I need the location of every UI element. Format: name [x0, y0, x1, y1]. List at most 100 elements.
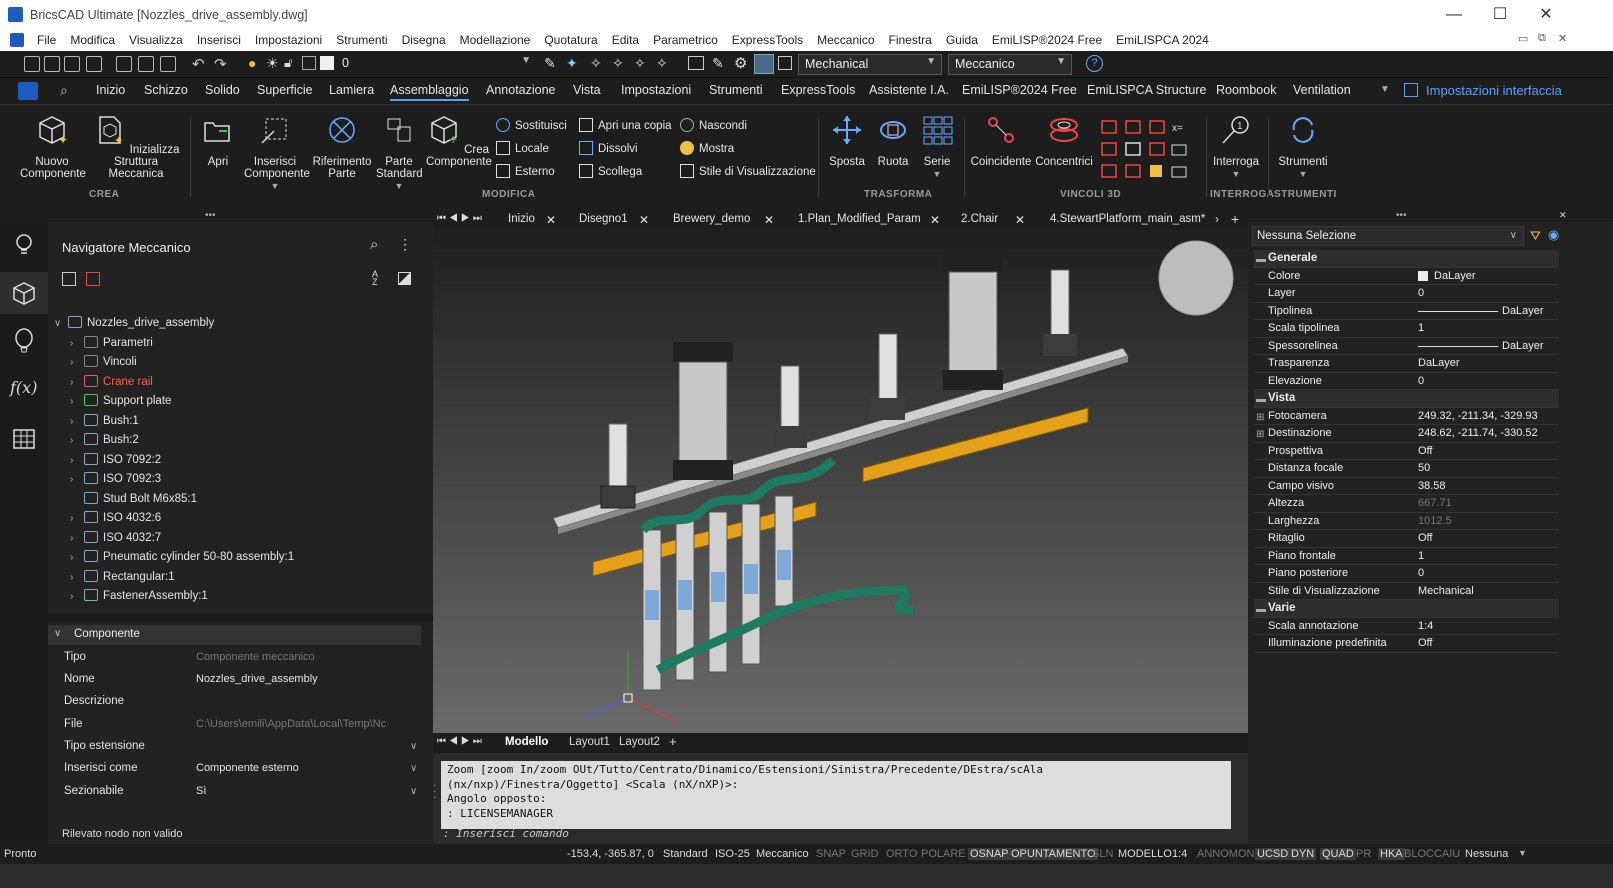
menu-item[interactable]: Visualizza [122, 33, 190, 47]
open-file-icon[interactable] [44, 56, 60, 72]
create-component-button[interactable]: + Crea Componente [426, 113, 492, 168]
expand-chevron-icon[interactable]: › [70, 338, 84, 349]
status-toggle[interactable]: Meccanico [756, 848, 809, 860]
property-row[interactable]: Altezza 667.71 [1254, 495, 1559, 513]
view-cube[interactable] [1158, 240, 1234, 316]
detach-button[interactable]: Scollega [579, 164, 642, 178]
menu-item[interactable]: EmiLISP®2024 Free [985, 33, 1109, 47]
tree-item[interactable]: › Rectangular:1 [70, 569, 175, 589]
menu-item[interactable]: Finestra [882, 33, 939, 47]
menu-item[interactable]: Meccanico [810, 33, 881, 47]
visual-style-button[interactable]: Stile di Visualizzazione [680, 164, 816, 178]
property-value[interactable]: 248.62, -211.74, -330.52 [1418, 427, 1538, 439]
property-value[interactable]: 50 [1418, 462, 1430, 474]
ribbon-tab[interactable]: Roombook [1216, 83, 1276, 97]
menu-item[interactable]: EmiLISPCA 2024 [1109, 33, 1216, 47]
dropdown-chevron-icon[interactable]: ∨ [410, 763, 417, 774]
property-value[interactable]: 0 [1418, 287, 1424, 299]
command-grip-icon[interactable]: · · · [433, 781, 436, 803]
help-icon[interactable]: ? [1086, 55, 1103, 72]
close-tab-icon[interactable]: ✕ [764, 213, 774, 227]
external-button[interactable]: Esterno [496, 164, 555, 178]
property-section[interactable]: Varie ▬ [1254, 600, 1559, 618]
property-value[interactable]: 1012.5 [1418, 515, 1452, 527]
property-value[interactable]: Off [1418, 445, 1432, 457]
property-value[interactable]: 0 [1418, 375, 1424, 387]
mechanical-browser-icon[interactable] [11, 280, 37, 306]
property-row[interactable]: Scala annotazione 1:4 [1254, 618, 1559, 635]
status-menu-chevron-icon[interactable]: ▼ [1518, 848, 1527, 858]
constraint-icon-grid[interactable]: x= [1100, 117, 1200, 187]
tool-icon-4[interactable]: ✧ [634, 55, 646, 72]
status-toggle[interactable]: ANNOMON [1197, 848, 1254, 860]
tree-item[interactable]: Stud Bolt M6x85:1 [70, 491, 197, 511]
ribbon-tab[interactable]: Annotazione [486, 83, 556, 97]
print-preview-icon[interactable] [116, 56, 132, 72]
insert-component-button[interactable]: Inserisci Componente ▼ [244, 113, 310, 192]
menu-item[interactable]: Edita [605, 33, 646, 47]
tool-icon-1[interactable]: ✦ [566, 55, 578, 72]
ribbon-tab[interactable]: Lamiera [329, 83, 374, 97]
show-button[interactable]: Mostra [680, 141, 734, 155]
expand-chevron-icon[interactable]: › [70, 416, 84, 427]
property-row[interactable]: Prospettiva Off [1254, 443, 1559, 460]
document-tab[interactable]: 4.StewartPlatform_main_asm* [1050, 213, 1205, 225]
tree-item[interactable]: › Bush:1 [70, 413, 139, 433]
coincident-button[interactable]: Coincidente [970, 113, 1032, 168]
expand-plus-icon[interactable]: ⊞ [1256, 429, 1264, 440]
status-toggle[interactable]: ISO-25 [715, 848, 750, 860]
toggle-view-icon[interactable] [398, 272, 411, 285]
tree-item[interactable]: › ISO 4032:7 [70, 530, 161, 550]
property-row[interactable]: Illuminazione predefinita Off [1254, 635, 1559, 653]
expand-chevron-icon[interactable]: › [70, 474, 84, 485]
tree-item[interactable]: › Vincoli [70, 355, 137, 374]
dropdown-chevron-icon[interactable]: ∨ [410, 741, 417, 752]
layout-tab-1[interactable]: Layout1 [569, 736, 610, 748]
status-toggle[interactable]: POLARE [921, 848, 966, 860]
property-section[interactable]: Vista ▬ [1254, 390, 1559, 408]
expand-chevron-icon[interactable]: › [70, 435, 84, 446]
close-tab-icon[interactable]: ✕ [930, 213, 940, 227]
property-row[interactable]: Piano posteriore 0 [1254, 565, 1559, 583]
tree-item[interactable]: › Parametri [70, 335, 153, 355]
document-tab[interactable]: 2.Chair [961, 213, 998, 225]
property-row[interactable]: Fotocamera ⊞ 249.32, -211.34, -329.93 [1254, 408, 1559, 425]
grip-icon[interactable]: ••• [205, 210, 216, 221]
menu-item[interactable]: Guida [939, 33, 985, 47]
property-row[interactable]: Elevazione 0 [1254, 373, 1559, 390]
ribbon-tab[interactable]: Superficie [257, 83, 313, 97]
property-row[interactable]: Scala tipolinea 1 [1254, 320, 1559, 338]
expand-chevron-icon[interactable]: › [70, 377, 84, 388]
publish-icon[interactable] [160, 56, 176, 72]
standard-part-button[interactable]: Parte Standard ▼ [376, 113, 423, 192]
expand-chevron-icon[interactable]: › [70, 572, 84, 583]
status-toggle[interactable]: GRID [851, 848, 879, 860]
property-value[interactable]: Mechanical [1418, 585, 1474, 597]
ribbon-tab[interactable]: ExpressTools [781, 83, 855, 97]
tree-item[interactable]: › ISO 4032:6 [70, 511, 161, 530]
assembly-3d-view[interactable] [433, 230, 1248, 733]
property-row[interactable]: Ritaglio Off [1254, 530, 1559, 548]
status-toggle[interactable]: Nessuna [1465, 848, 1508, 860]
status-toggle[interactable]: SLN [1092, 848, 1113, 860]
expand-plus-icon[interactable]: ⊞ [1256, 412, 1264, 423]
tool-icon-5[interactable]: ✧ [656, 55, 668, 72]
property-value[interactable]: 249.32, -211.34, -329.93 [1418, 410, 1538, 422]
ribbon-tab[interactable]: EmiLISP®2024 Free [962, 83, 1077, 97]
property-row[interactable]: Piano frontale 1 [1254, 548, 1559, 565]
tree-item[interactable]: › ISO 7092:3 [70, 472, 161, 491]
tool-icon-2[interactable]: ✧ [590, 55, 602, 72]
property-value[interactable]: DaLayer [1502, 340, 1544, 352]
layout-tab-2[interactable]: Layout2 [619, 736, 660, 748]
table-icon[interactable] [11, 426, 37, 452]
component-prop-value[interactable]: Componente esterno [196, 762, 396, 774]
layer-bulb-icon[interactable]: ● [248, 55, 256, 71]
section-collapse-icon[interactable]: ▬ [1256, 604, 1266, 615]
property-row[interactable]: Campo visivo 38.58 [1254, 478, 1559, 495]
settings-gear-icon[interactable]: ⚙ [734, 54, 747, 72]
expand-chevron-icon[interactable]: › [70, 533, 84, 544]
expand-chevron-icon[interactable]: › [70, 513, 84, 524]
property-row[interactable]: Trasparenza DaLayer [1254, 355, 1559, 373]
property-value[interactable]: DaLayer [1434, 270, 1476, 282]
property-value[interactable]: 667.71 [1418, 497, 1452, 509]
